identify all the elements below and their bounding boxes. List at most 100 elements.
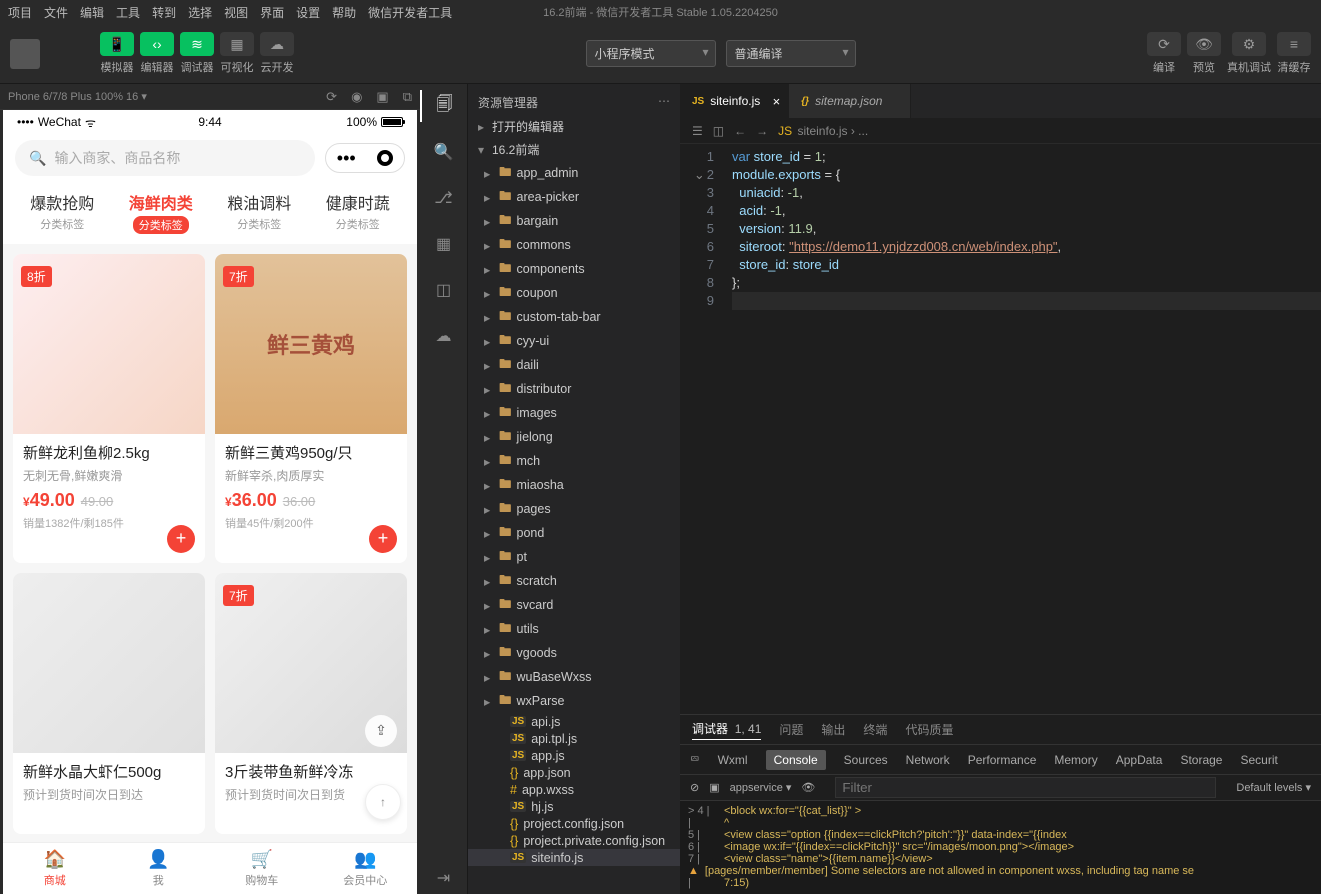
folder-item[interactable]: ▸🖿commons: [468, 233, 680, 257]
product-grid[interactable]: 8折 新鲜龙利鱼柳2.5kg 无刺无骨,鲜嫩爽滑 ¥49.0049.00 销量1…: [3, 244, 417, 844]
file-item[interactable]: JShj.js: [468, 798, 680, 815]
devtools-tab[interactable]: Network: [906, 753, 950, 767]
category-tab[interactable]: 海鲜肉类分类标签: [112, 190, 211, 234]
product-card[interactable]: 8折 新鲜龙利鱼柳2.5kg 无刺无骨,鲜嫩爽滑 ¥49.0049.00 销量1…: [13, 254, 205, 563]
record-icon[interactable]: ◉: [351, 89, 362, 105]
folder-item[interactable]: ▸🖿coupon: [468, 281, 680, 305]
folder-item[interactable]: ▸🖿wuBaseWxss: [468, 665, 680, 689]
remote-debug-button[interactable]: ⚙真机调试: [1227, 32, 1271, 75]
file-item[interactable]: {}project.private.config.json: [468, 832, 680, 849]
visual-button[interactable]: ▦可视化: [220, 32, 254, 75]
folder-item[interactable]: ▸🖿daili: [468, 353, 680, 377]
folder-item[interactable]: ▸🖿mch: [468, 449, 680, 473]
project-section[interactable]: ▾16.2前端: [468, 138, 680, 161]
quality-tab[interactable]: 代码质量: [905, 721, 953, 738]
preview-button[interactable]: 👁预览: [1187, 32, 1221, 75]
folder-item[interactable]: ▸🖿wxParse: [468, 689, 680, 713]
back-icon[interactable]: ←: [734, 124, 746, 138]
more-icon[interactable]: ⋯: [658, 94, 670, 111]
debugger-tab[interactable]: 调试器 1, 41: [692, 720, 761, 740]
console-sidebar-icon[interactable]: ▣: [709, 781, 719, 794]
file-item[interactable]: JSapi.js: [468, 713, 680, 730]
share-icon[interactable]: ⇪: [365, 715, 397, 747]
clear-console-icon[interactable]: ⊘: [690, 781, 699, 794]
device-label[interactable]: Phone 6/7/8 Plus 100% 16 ▾: [8, 90, 147, 103]
devtools-tab[interactable]: AppData: [1116, 753, 1163, 767]
menu-item[interactable]: 文件: [44, 4, 68, 21]
debugger-button[interactable]: ≋调试器: [180, 32, 214, 75]
menu-item[interactable]: 视图: [224, 4, 248, 21]
compile-button[interactable]: ⟳编译: [1147, 32, 1181, 75]
devtools-tab[interactable]: Console: [766, 750, 826, 770]
collapse-icon[interactable]: ⇥: [428, 862, 460, 894]
close-tab-icon[interactable]: ×: [773, 94, 781, 109]
folder-item[interactable]: ▸🖿svcard: [468, 593, 680, 617]
folder-item[interactable]: ▸🖿pages: [468, 497, 680, 521]
folder-item[interactable]: ▸🖿miaosha: [468, 473, 680, 497]
editor-tab[interactable]: {}sitemap.json: [789, 84, 911, 118]
menu-item[interactable]: 帮助: [332, 4, 356, 21]
devtools-tab[interactable]: Securit: [1240, 753, 1277, 767]
forward-icon[interactable]: →: [756, 124, 768, 138]
extension-icon[interactable]: ▦: [428, 228, 460, 260]
problems-tab[interactable]: 问题: [779, 721, 803, 738]
menu-item[interactable]: 转到: [152, 4, 176, 21]
devtools-tab[interactable]: Storage: [1180, 753, 1222, 767]
console-output[interactable]: > 4 |<block wx:for="{{cat_list}}" > | ^5…: [680, 801, 1321, 894]
folder-item[interactable]: ▸🖿jielong: [468, 425, 680, 449]
menu-item[interactable]: 选择: [188, 4, 212, 21]
folder-item[interactable]: ▸🖿pond: [468, 521, 680, 545]
product-card[interactable]: 新鲜水晶大虾仁500g 预计到货时间次日到达: [13, 573, 205, 835]
panel-icon[interactable]: ◫: [428, 274, 460, 306]
search-icon[interactable]: 🔍: [428, 136, 460, 168]
category-tab[interactable]: 健康时蔬分类标签: [309, 190, 408, 234]
refresh-icon[interactable]: ⟳: [326, 89, 337, 105]
folder-item[interactable]: ▸🖿scratch: [468, 569, 680, 593]
folder-item[interactable]: ▸🖿components: [468, 257, 680, 281]
screenshot-icon[interactable]: ▣: [376, 89, 388, 105]
folder-item[interactable]: ▸🖿images: [468, 401, 680, 425]
devtools-tab[interactable]: Performance: [968, 753, 1037, 767]
folder-item[interactable]: ▸🖿bargain: [468, 209, 680, 233]
git-icon[interactable]: ⎇: [428, 182, 460, 214]
folder-item[interactable]: ▸🖿cyy-ui: [468, 329, 680, 353]
devtools-tab[interactable]: Memory: [1054, 753, 1097, 767]
menu-item[interactable]: 工具: [116, 4, 140, 21]
add-to-cart-button[interactable]: +: [167, 525, 195, 553]
breadcrumb[interactable]: ☰ ◫ ← → JS siteinfo.js › ...: [680, 118, 1321, 144]
folder-item[interactable]: ▸🖿pt: [468, 545, 680, 569]
menu-item[interactable]: 编辑: [80, 4, 104, 21]
clear-cache-button[interactable]: ≡清缓存: [1277, 32, 1311, 75]
compile-select[interactable]: 普通编译: [726, 40, 856, 67]
search-input[interactable]: 🔍 输入商家、商品名称: [15, 140, 315, 176]
inspect-icon[interactable]: ⮹: [690, 752, 700, 767]
console-filter-input[interactable]: [835, 777, 1216, 798]
close-miniapp-icon[interactable]: [377, 150, 393, 166]
folder-item[interactable]: ▸🖿distributor: [468, 377, 680, 401]
tabbar-item-mall[interactable]: 🏠商城: [3, 843, 107, 894]
panel-toggle-icon[interactable]: ☰: [692, 124, 703, 138]
category-tab[interactable]: 粮油调料分类标签: [210, 190, 309, 234]
file-item[interactable]: JSapp.js: [468, 747, 680, 764]
explorer-icon[interactable]: 🗐: [420, 90, 467, 122]
capsule-button[interactable]: •••: [325, 143, 405, 173]
tabbar-item-member[interactable]: 👥会员中心: [314, 843, 418, 894]
tabbar-item-cart[interactable]: 🛒购物车: [210, 843, 314, 894]
product-card[interactable]: 7折 鲜三黄鸡 新鲜三黄鸡950g/只 新鲜宰杀,肉质厚实 ¥36.0036.0…: [215, 254, 407, 563]
cloud-icon[interactable]: ☁: [428, 320, 460, 352]
levels-select[interactable]: Default levels ▾: [1236, 781, 1311, 794]
devtools-tab[interactable]: Sources: [844, 753, 888, 767]
terminal-tab[interactable]: 终端: [863, 721, 887, 738]
add-to-cart-button[interactable]: +: [369, 525, 397, 553]
folder-item[interactable]: ▸🖿app_admin: [468, 161, 680, 185]
editor-button[interactable]: ‹›编辑器: [140, 32, 174, 75]
file-item[interactable]: {}app.json: [468, 764, 680, 781]
menu-item[interactable]: 项目: [8, 4, 32, 21]
bookmark-icon[interactable]: ◫: [713, 124, 724, 138]
open-editors-section[interactable]: ▸打开的编辑器: [468, 115, 680, 138]
output-tab[interactable]: 输出: [821, 721, 845, 738]
file-item[interactable]: JSapi.tpl.js: [468, 730, 680, 747]
mode-select[interactable]: 小程序模式: [586, 40, 716, 67]
file-item[interactable]: #app.wxss: [468, 781, 680, 798]
menu-item[interactable]: 微信开发者工具: [368, 4, 452, 21]
